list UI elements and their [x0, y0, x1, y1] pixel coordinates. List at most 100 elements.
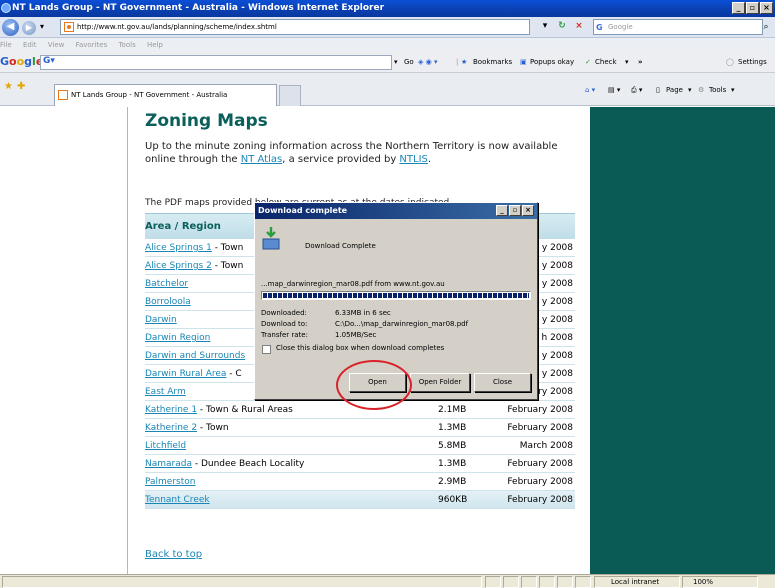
toolbar-separator: |	[456, 58, 459, 66]
area-link[interactable]: Tennant Creek	[145, 495, 210, 505]
address-toolbar: ◀ ▶ ▾ http://www.nt.gov.au/lands/plannin…	[0, 17, 775, 38]
dialog-minimize-button[interactable]: _	[496, 205, 508, 216]
row-area: Batchelor	[145, 275, 188, 293]
nav-dropdown-icon[interactable]: ▾	[40, 22, 44, 31]
open-folder-button[interactable]: Open Folder	[410, 373, 470, 392]
area-link[interactable]: Alice Springs 1	[145, 243, 212, 253]
area-link[interactable]: Katherine 1	[145, 405, 197, 415]
minimize-button[interactable]: _	[732, 2, 745, 14]
row-date: y 2008	[541, 279, 573, 289]
dialog-maximize-button[interactable]: ▫	[509, 205, 521, 216]
maximize-button[interactable]: ▫	[746, 2, 759, 14]
status-cell-5	[557, 576, 573, 588]
settings-button[interactable]: Settings	[738, 55, 767, 70]
menu-tools[interactable]: Tools	[118, 41, 135, 49]
print-icon[interactable]: ⎙ ▾	[631, 84, 642, 97]
area-link[interactable]: Alice Springs 2	[145, 261, 212, 271]
search-go-icon[interactable]: ⌕	[759, 19, 773, 35]
new-tab-button[interactable]	[279, 85, 301, 106]
area-link[interactable]: Katherine 2	[145, 423, 197, 433]
gtoolbar-dropdown-icon[interactable]: ▾	[394, 55, 398, 70]
favorites-star-icon[interactable]: ★✚	[4, 81, 29, 92]
row-date: h 2008	[541, 333, 573, 343]
row-area: Litchfield	[145, 437, 186, 455]
home-icon[interactable]: ⌂ ▾	[585, 84, 595, 97]
area-link[interactable]: Litchfield	[145, 441, 186, 451]
table-row: Palmerston 2.9MB February 2008	[145, 473, 575, 491]
area-desc: - Town	[197, 423, 229, 433]
window-title: NT Lands Group - NT Government - Austral…	[12, 3, 385, 13]
google-toolbar-input[interactable]: G▾	[40, 55, 392, 70]
refresh-icon[interactable]: ↻	[555, 20, 569, 34]
table-row: Namarada - Dundee Beach Locality 1.3MB Feb…	[145, 455, 575, 473]
area-link[interactable]: Darwin	[145, 315, 177, 325]
google-toolbar: Google G▾ ▾ Go ◈ ◉ ▾ | ★ Bookmarks ▣ Pop…	[0, 52, 775, 73]
address-input[interactable]: http://www.nt.gov.au/lands/planning/sche…	[60, 19, 530, 35]
close-button[interactable]: Close	[474, 373, 531, 392]
page-menu[interactable]: Page	[666, 84, 683, 97]
row-date: y 2008	[541, 351, 573, 361]
tab-nt-lands[interactable]: NT Lands Group - NT Government - Austral…	[54, 84, 277, 106]
more-button[interactable]: »	[638, 55, 643, 70]
dialog-title: Download complete	[258, 206, 348, 215]
download-to-label: Download to:	[261, 320, 308, 328]
tools-icon: ⚙	[698, 86, 705, 94]
area-desc: - Town	[211, 243, 244, 253]
area-link[interactable]: Palmerston	[145, 477, 195, 487]
tab-favicon	[58, 90, 68, 100]
popups-button[interactable]: Popups okay	[530, 55, 574, 70]
table-row: Litchfield 5.8MB March 2008	[145, 437, 575, 455]
menu-help[interactable]: Help	[147, 41, 163, 49]
bookmarks-button[interactable]: Bookmarks	[473, 55, 512, 70]
close-window-button[interactable]: ×	[760, 2, 773, 14]
google-logo: Google	[0, 55, 43, 68]
area-link[interactable]: Darwin and Surrounds	[145, 351, 245, 361]
feeds-icon[interactable]: ▤ ▾	[608, 84, 620, 97]
area-link[interactable]: Batchelor	[145, 279, 188, 289]
row-area: Palmerston	[145, 473, 195, 491]
search-input[interactable]: G Google	[593, 19, 763, 35]
back-icon[interactable]: ◀	[2, 19, 19, 36]
zoom-cell[interactable]: 100%	[682, 576, 758, 588]
check-dropdown-icon[interactable]: ▾	[625, 55, 629, 70]
nt-atlas-link[interactable]: NT Atlas	[241, 154, 282, 165]
dialog-close-button[interactable]: ×	[522, 205, 534, 216]
row-date: February 2008	[507, 459, 573, 469]
back-to-top-link[interactable]: Back to top	[145, 549, 202, 560]
forward-icon[interactable]: ▶	[22, 21, 36, 35]
close-when-complete-label: Close this dialog box when download comp…	[276, 344, 445, 352]
stop-icon[interactable]: ×	[572, 20, 586, 34]
row-area: Darwin and Surrounds	[145, 347, 245, 365]
row-size: 2.9MB	[438, 477, 467, 487]
row-date: February 2008	[507, 495, 573, 505]
menu-view[interactable]: View	[48, 41, 65, 49]
tools-menu[interactable]: Tools	[709, 84, 726, 97]
area-link[interactable]: East Arm	[145, 387, 186, 397]
area-link[interactable]: Darwin Region	[145, 333, 210, 343]
area-link[interactable]: Borroloola	[145, 297, 191, 307]
menu-file[interactable]: File	[0, 41, 12, 49]
popups-icon: ▣	[520, 58, 527, 66]
check-button[interactable]: Check	[595, 55, 617, 70]
row-area: Alice Springs 2 - Town	[145, 257, 243, 275]
tools-dropdown-icon[interactable]: ▾	[731, 84, 735, 97]
page-dropdown-icon[interactable]: ▾	[688, 84, 692, 97]
area-link[interactable]: Darwin Rural Area	[145, 369, 226, 379]
google-go-button[interactable]: Go	[404, 55, 414, 70]
intro-text-mid: , a service provided by	[282, 154, 400, 165]
row-size: 2.1MB	[438, 405, 467, 415]
address-dropdown-icon[interactable]: ▾	[538, 20, 552, 34]
ntlis-link[interactable]: NTLIS	[399, 154, 427, 165]
toolbar-extras-icon[interactable]: ◈ ◉ ▾	[418, 55, 437, 70]
row-area: East Arm	[145, 383, 186, 401]
menu-edit[interactable]: Edit	[23, 41, 37, 49]
address-url: http://www.nt.gov.au/lands/planning/sche…	[77, 23, 277, 31]
download-to-value: C:\Do...\map_darwinregion_mar08.pdf	[335, 320, 469, 328]
tab-bar: ★✚ NT Lands Group - NT Government - Aust…	[0, 73, 775, 106]
menu-favorites[interactable]: Favorites	[76, 41, 108, 49]
area-link[interactable]: Namarada	[145, 459, 192, 469]
close-when-complete-checkbox[interactable]	[262, 345, 271, 354]
row-date: y 2008	[541, 243, 573, 253]
zone-cell: Local intranet	[594, 576, 680, 588]
row-date: y 2008	[541, 261, 573, 271]
